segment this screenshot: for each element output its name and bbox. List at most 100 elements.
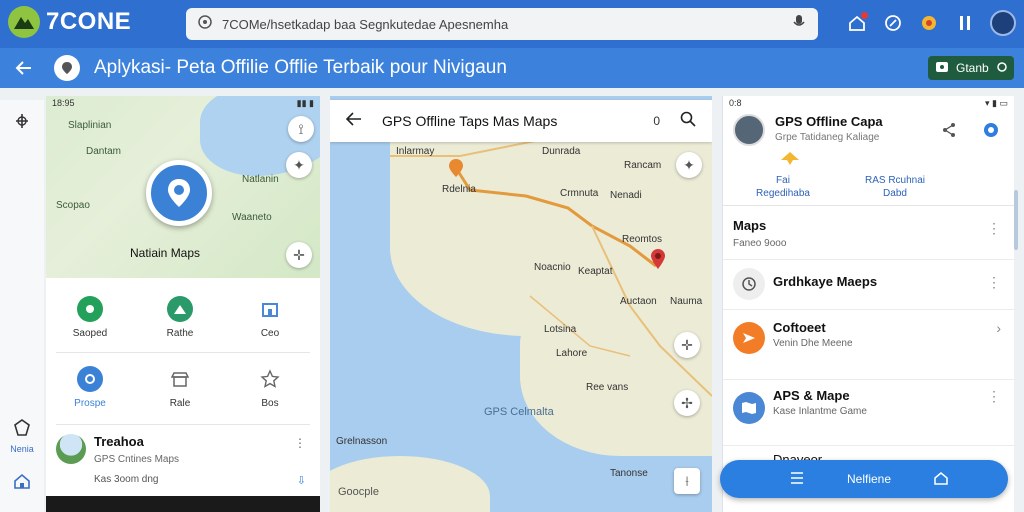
grid-item[interactable]: Bos (226, 366, 314, 409)
locate-icon[interactable]: ✛ (674, 332, 700, 358)
map-title: Natiain Maps (130, 246, 201, 260)
location-icon (77, 296, 103, 322)
header-actions (846, 10, 1016, 36)
address-bar[interactable]: 7COMe/hsetkadap baa Segnkutedae Apesnemh… (186, 8, 818, 40)
back-arrow-icon[interactable] (345, 111, 362, 131)
map-label: Ree vans (586, 382, 629, 393)
map-label: Natlanin (242, 174, 279, 185)
link-icon[interactable] (882, 12, 904, 34)
store-icon (167, 366, 193, 392)
top-header: 7CONE 7COMe/hsetkadap baa Segnkutedae Ap… (0, 0, 1024, 48)
phone-screen-right: 0:8 ▾ ▮ ▭ GPS Offline Capa Grpe Tatidane… (722, 96, 1014, 512)
grid-item[interactable]: Ceo (226, 296, 314, 339)
status-icons: ▮▮ ▮ (296, 98, 314, 108)
list-item-subtitle: Kase Inlantme Game (773, 406, 867, 417)
map-label: Nauma (670, 296, 703, 307)
map-icon (733, 392, 765, 424)
map-marker-icon[interactable] (448, 158, 464, 183)
map-pin-icon[interactable] (146, 160, 212, 226)
list-item-title: APS & Mape (773, 388, 850, 403)
map-label: Nenadi (610, 190, 642, 201)
bell-icon[interactable] (918, 12, 940, 34)
more-vert-icon[interactable] (954, 12, 976, 34)
home-icon[interactable] (846, 12, 868, 34)
logo-icon (8, 6, 40, 38)
list-item[interactable]: APS & Mape Kase Inlantme Game ⋮ (723, 380, 1014, 446)
add-icon[interactable]: ✛ (286, 242, 312, 268)
building-icon (257, 296, 283, 322)
app-list-item[interactable]: Treahoa GPS Cntines Maps Kas 3oom dng ⋮ … (46, 426, 320, 496)
compass-icon[interactable]: ⟟ (288, 116, 314, 142)
star-icon (257, 366, 283, 392)
rail-item-home[interactable] (0, 472, 44, 492)
compass-icon (13, 112, 31, 132)
rail-item-shield[interactable]: Nenia (0, 418, 44, 454)
phone-screen-left: 18:95 ▮▮ ▮ Slaplinian Dantam Scopao Natl… (46, 96, 320, 512)
rail-item-compass[interactable] (0, 112, 44, 132)
rail-item-label: Nenia (10, 444, 34, 454)
app-title: GPS Offline Capa (775, 114, 883, 129)
scrollbar[interactable] (1014, 190, 1018, 250)
grid-item[interactable]: Rathe (136, 296, 224, 339)
map-label: Rancam (624, 160, 662, 171)
back-button[interactable] (8, 52, 40, 84)
navigation-button[interactable]: Nelfiene (720, 460, 1008, 498)
stat-line: RAS Rcuhnai (864, 175, 926, 186)
more-vert-icon[interactable]: ⋮ (987, 388, 1001, 405)
map-view[interactable]: 18:95 ▮▮ ▮ Slaplinian Dantam Scopao Natl… (46, 96, 320, 278)
app-thumbnail (733, 114, 765, 146)
layers-icon[interactable]: ⟊ (674, 468, 700, 494)
map-label: Keaptat (578, 266, 613, 277)
open-button[interactable]: Gtanb (928, 56, 1014, 80)
more-vert-icon[interactable]: ⋮ (987, 220, 1001, 237)
chevron-right-icon[interactable]: › (996, 320, 1001, 336)
map-label: Lahore (556, 348, 588, 359)
list-item-subtitle: Venin Dhe Meene (773, 338, 853, 349)
list-item[interactable]: Coftoeet Venin Dhe Meene › (723, 310, 1014, 380)
send-icon (733, 322, 765, 354)
search-icon[interactable] (680, 111, 696, 132)
grid-item-label: Saoped (72, 328, 108, 339)
app-subtitle: GPS Cntines Maps (94, 454, 180, 465)
sea-label: GPS Celmalta (484, 406, 554, 418)
list-item-title: Coftoeet (773, 320, 826, 335)
list-item[interactable]: Maps Faneo 9ooo ⋮ (723, 208, 1014, 260)
url-text: 7COMe/hsetkadap baa Segnkutedae Apesnemh… (222, 16, 509, 32)
badge-icon (779, 150, 801, 171)
grid-item-label: Rale (169, 398, 191, 409)
category-grid: Saoped Rathe Ceo Prospe Rale Bos (46, 282, 320, 422)
grid-item[interactable]: Rale (136, 366, 224, 409)
install-icon[interactable]: ⇩ (297, 474, 306, 487)
navigate-icon[interactable]: ✦ (286, 152, 312, 178)
compass-icon[interactable]: ✢ (674, 390, 700, 416)
search-bar[interactable]: GPS Offline Taps Mas Maps 0 (330, 100, 712, 142)
list-item[interactable]: Grdhkaye Maeps ⋮ (723, 260, 1014, 310)
divider (56, 352, 310, 353)
page-title: Aplykasi- Peta Offilie Offlie Terbaik po… (94, 57, 507, 78)
list-item-title: Maps (733, 218, 767, 233)
avatar[interactable] (990, 10, 1016, 36)
map-marker-icon[interactable] (650, 248, 666, 275)
more-vert-icon[interactable]: ⋮ (294, 436, 306, 450)
circle-icon (996, 61, 1007, 75)
search-counter: 0 (653, 114, 660, 128)
grid-item-label: Rathe (166, 328, 194, 339)
title-bar: Aplykasi- Peta Offilie Offlie Terbaik po… (0, 48, 1024, 88)
mic-icon[interactable] (792, 14, 806, 35)
settings-gear-icon[interactable] (981, 120, 1001, 145)
app-thumbnail (56, 434, 86, 464)
more-vert-icon[interactable]: ⋮ (987, 274, 1001, 291)
map-label: Rdelnia (442, 184, 476, 195)
hiking-icon (167, 296, 193, 322)
share-icon[interactable] (941, 122, 957, 143)
location-pin-icon[interactable] (54, 55, 80, 81)
grid-item[interactable]: Prospe (46, 366, 134, 409)
navigate-icon[interactable]: ✦ (676, 152, 702, 178)
map-label: Waaneto (232, 212, 272, 223)
grid-item-label: Ceo (260, 328, 280, 339)
brand-logo[interactable]: 7CONE (8, 6, 131, 38)
stat-item: Fai Regedihaba (753, 174, 813, 200)
grid-item-label: Prospe (74, 398, 106, 409)
nav-pill-label: Nelfiene (846, 472, 892, 486)
grid-item[interactable]: Saoped (46, 296, 134, 339)
